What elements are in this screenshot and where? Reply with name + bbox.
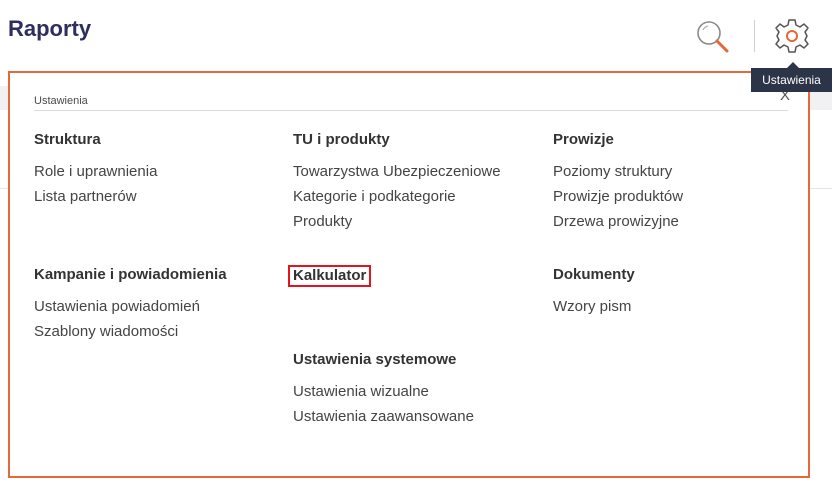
settings-dropdown-panel: Ustawienia X Struktura Role i uprawnieni… (8, 71, 810, 478)
settings-tooltip: Ustawienia (751, 62, 832, 92)
link-drzewa-prowizyjne[interactable]: Drzewa prowizyjne (553, 209, 683, 234)
section-title-kampanie: Kampanie i powiadomienia (34, 266, 227, 283)
section-kampanie-i-powiadomienia: Kampanie i powiadomienia Ustawienia powi… (34, 265, 227, 344)
link-ustawienia-powiadomien[interactable]: Ustawienia powiadomień (34, 294, 227, 319)
panel-divider (34, 110, 788, 111)
gear-icon (775, 19, 809, 53)
link-prowizje-produktow[interactable]: Prowizje produktów (553, 184, 683, 209)
link-lista-partnerow[interactable]: Lista partnerów (34, 184, 157, 209)
page-title: Raporty (8, 16, 92, 41)
link-poziomy-struktury[interactable]: Poziomy struktury (553, 159, 683, 184)
section-kalkulator: Kalkulator (288, 265, 372, 296)
link-towarzystwa-ubezpieczeniowe[interactable]: Towarzystwa Ubezpieczeniowe (293, 159, 501, 184)
section-tu-i-produkty: TU i produkty Towarzystwa Ubezpieczeniow… (293, 130, 501, 234)
section-struktura: Struktura Role i uprawnienia Lista partn… (34, 130, 157, 209)
link-szablony-wiadomosci[interactable]: Szablony wiadomości (34, 319, 227, 344)
link-role-i-uprawnienia[interactable]: Role i uprawnienia (34, 159, 157, 184)
section-title-ustawienia-systemowe: Ustawienia systemowe (293, 351, 457, 368)
section-title-tu-i-produkty: TU i produkty (293, 131, 390, 148)
section-title-struktura: Struktura (34, 131, 101, 148)
link-ustawienia-wizualne[interactable]: Ustawienia wizualne (293, 379, 474, 404)
section-title-kalkulator[interactable]: Kalkulator (288, 265, 372, 287)
search-icon (697, 21, 729, 53)
panel-header: Ustawienia (34, 95, 88, 107)
link-ustawienia-zaawansowane[interactable]: Ustawienia zaawansowane (293, 404, 474, 429)
search-button[interactable] (694, 18, 730, 54)
section-dokumenty: Dokumenty Wzory pism (553, 265, 635, 319)
toolbar-divider (754, 20, 755, 52)
settings-button[interactable] (772, 16, 812, 56)
link-kategorie-i-podkategorie[interactable]: Kategorie i podkategorie (293, 184, 501, 209)
section-title-dokumenty: Dokumenty (553, 266, 635, 283)
section-prowizje: Prowizje Poziomy struktury Prowizje prod… (553, 130, 683, 234)
section-ustawienia-systemowe: Ustawienia systemowe Ustawienia wizualne… (293, 350, 474, 429)
link-wzory-pism[interactable]: Wzory pism (553, 294, 635, 319)
section-title-prowizje: Prowizje (553, 131, 614, 148)
link-produkty[interactable]: Produkty (293, 209, 501, 234)
